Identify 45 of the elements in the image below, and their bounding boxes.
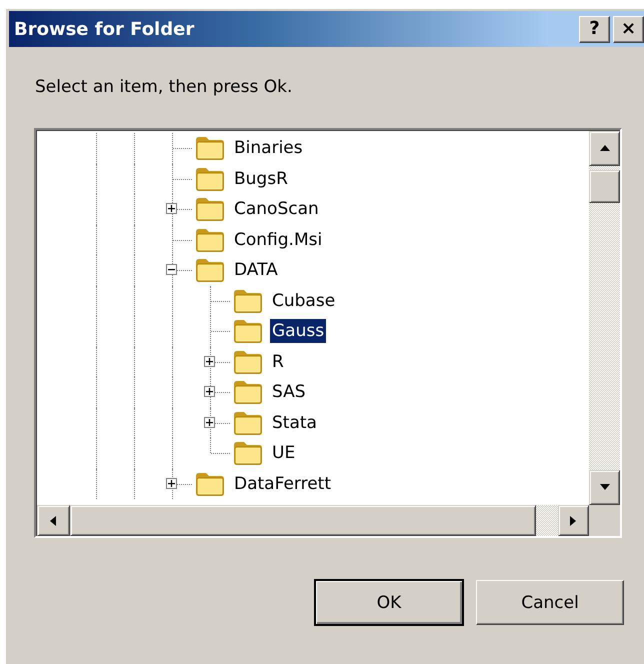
expand-box[interactable] bbox=[166, 478, 177, 488]
scroll-right-button[interactable] bbox=[558, 505, 589, 536]
expand-box[interactable] bbox=[204, 386, 215, 397]
scroll-down-button[interactable] bbox=[589, 470, 620, 505]
scroll-left-button[interactable] bbox=[37, 505, 70, 536]
folder-label[interactable]: DATA bbox=[232, 258, 280, 282]
folder-icon bbox=[194, 470, 226, 497]
folder-icon bbox=[232, 379, 264, 406]
help-button[interactable]: ? bbox=[579, 16, 610, 42]
expand-box[interactable] bbox=[204, 356, 215, 366]
cancel-button[interactable]: Cancel bbox=[476, 580, 624, 625]
folder-label[interactable]: DataFerrett bbox=[232, 472, 333, 496]
scroll-thumb[interactable] bbox=[70, 505, 536, 536]
folder-icon bbox=[232, 410, 264, 436]
folder-label[interactable]: CanoScan bbox=[232, 197, 321, 222]
scroll-up-button[interactable] bbox=[589, 131, 620, 166]
horizontal-scrollbar[interactable] bbox=[37, 505, 589, 536]
folder-label[interactable]: Cubase bbox=[270, 288, 338, 313]
folder-label[interactable]: R bbox=[270, 350, 286, 374]
folder-icon bbox=[232, 440, 264, 466]
folder-icon bbox=[232, 318, 264, 344]
folder-icon bbox=[232, 288, 264, 314]
folder-label[interactable]: SAS bbox=[270, 380, 308, 404]
folder-icon bbox=[194, 166, 226, 192]
folder-icon bbox=[194, 257, 226, 284]
folder-icon bbox=[194, 196, 226, 222]
ok-button[interactable]: OK bbox=[314, 579, 464, 626]
folder-icon bbox=[232, 348, 264, 375]
folder-icon bbox=[194, 135, 226, 162]
folder-label[interactable]: Binaries bbox=[232, 136, 305, 160]
scrollbar-corner bbox=[589, 505, 620, 536]
collapse-box[interactable] bbox=[166, 264, 177, 275]
instruction-text: Select an item, then press Ok. bbox=[35, 77, 294, 97]
folder-label[interactable]: UE bbox=[270, 441, 298, 466]
close-button[interactable]: × bbox=[613, 16, 644, 42]
folder-label[interactable]: Gauss bbox=[270, 319, 326, 344]
folder-label[interactable]: BugsR bbox=[232, 166, 290, 191]
folder-label[interactable]: Config.Msi bbox=[232, 228, 324, 252]
window-title: Browse for Folder bbox=[14, 18, 194, 40]
expand-box[interactable] bbox=[166, 203, 177, 214]
scroll-thumb[interactable] bbox=[589, 170, 620, 203]
folder-label[interactable]: Stata bbox=[270, 410, 319, 435]
folder-icon bbox=[194, 226, 226, 253]
expand-box[interactable] bbox=[204, 416, 215, 428]
vertical-scrollbar[interactable] bbox=[589, 131, 620, 505]
